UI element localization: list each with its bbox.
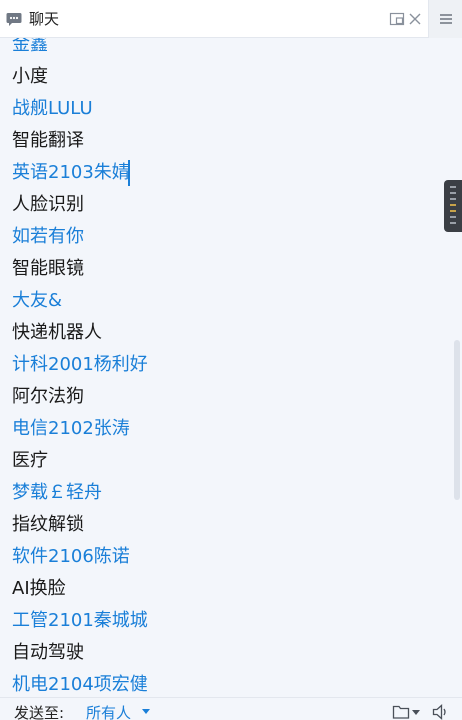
message-text: 人脸识别 [12,194,84,215]
message-text: AI换脸 [12,578,66,599]
message-text: 智能眼镜 [12,258,84,279]
side-panel-handle[interactable] [444,180,462,232]
sender-name: 英语2103朱婧 [12,162,130,183]
caret-down-icon[interactable] [142,709,150,715]
chat-header: 聊天 [0,0,462,38]
folder-caret-icon[interactable] [412,710,420,716]
speaker-icon[interactable] [432,704,450,720]
recipient-selector[interactable]: 所有人 [86,703,131,720]
chat-title: 聊天 [29,10,60,28]
sender-name: 机电2104项宏健 [12,674,148,695]
sender-name: 电信2102张涛 [12,418,130,439]
sender-name: 梦载￡轻舟 [12,482,102,503]
chat-window: 聊天 金鑫 小度 战舰LULU 智能翻译 英语2103朱婧 人脸识别 如若有你 … [0,0,462,720]
sender-name: 工管2101秦城城 [12,610,148,631]
close-icon[interactable] [407,11,423,27]
scrollbar-thumb[interactable] [454,340,460,500]
chat-bubble-icon [6,13,22,26]
message-text: 快递机器人 [12,322,102,343]
menu-button[interactable] [428,0,462,38]
message-text: 阿尔法狗 [12,386,84,407]
folder-icon[interactable] [392,704,410,720]
message-text: 智能翻译 [12,130,84,151]
sender-name: 战舰LULU [12,98,93,119]
grip-icon [450,186,456,224]
message-text: 小度 [12,66,48,87]
message-text: 自动驾驶 [12,642,84,663]
text-cursor [128,160,130,186]
sender-name: 大友& [12,290,63,311]
send-bar: 发送至: 所有人 [0,697,462,720]
message-text: 指纹解锁 [12,514,84,535]
send-to-label: 发送至: [14,704,65,720]
sender-name: 计科2001杨利好 [12,354,148,375]
sender-name: 软件2106陈诺 [12,546,130,567]
message-text: 医疗 [12,450,48,471]
popout-icon[interactable] [389,11,405,27]
message-list[interactable]: 金鑫 小度 战舰LULU 智能翻译 英语2103朱婧 人脸识别 如若有你 智能眼… [0,27,450,697]
sender-name: 如若有你 [12,226,84,247]
menu-icon [440,14,452,24]
